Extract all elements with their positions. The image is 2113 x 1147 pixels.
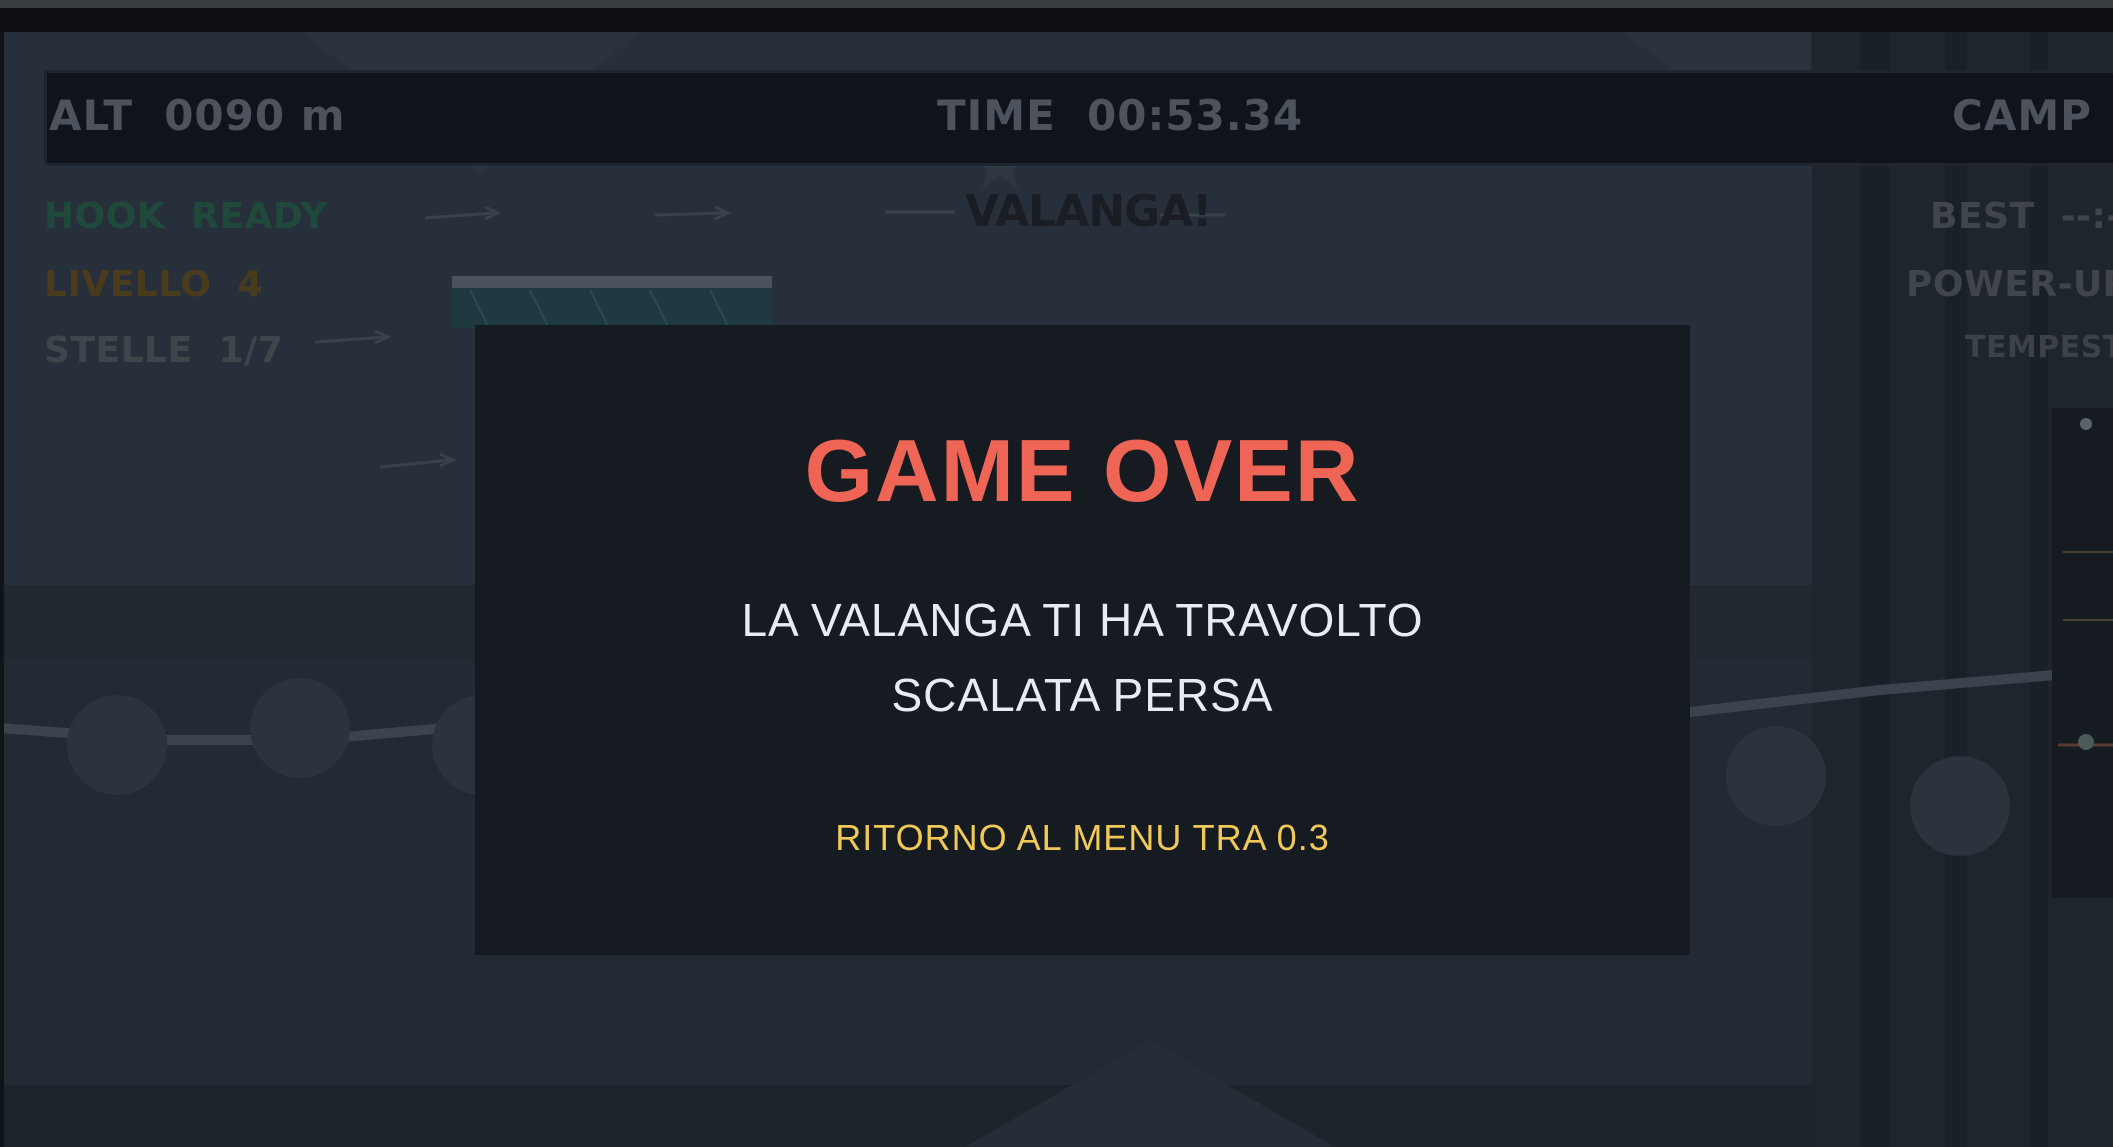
- time-readout: TIME 00:53.34: [937, 91, 1304, 140]
- ice-platform-body: [452, 288, 772, 328]
- window-left-edge: [0, 32, 4, 1147]
- powerup-indicator: POWER-UP -: [1906, 264, 2113, 305]
- altitude-gauge: [2052, 408, 2113, 898]
- hud-bar: ALT 0090 m TIME 00:53.34 CAMP 0: [44, 70, 2113, 166]
- game-stage: ALT 0090 m TIME 00:53.34 CAMP 0 HOOK REA…: [0, 0, 2113, 1147]
- gauge-player-marker: [2078, 734, 2094, 750]
- ice-platform: [452, 276, 772, 288]
- stars-counter: STELLE 1/7: [44, 330, 284, 371]
- hook-status: HOOK READY: [44, 196, 328, 237]
- game-over-reason: LA VALANGA TI HA TRAVOLTO: [741, 594, 1424, 646]
- window-title-bar: [0, 8, 2113, 32]
- window-top-strip: [0, 0, 2113, 8]
- camp-readout: CAMP 0: [1952, 91, 2092, 140]
- storm-indicator: TEMPESTA: [1965, 330, 2113, 365]
- game-over-subtitle: SCALATA PERSA: [891, 669, 1274, 721]
- avalanche-warning: VALANGA!: [965, 186, 1212, 237]
- game-over-dialog: GAME OVER LA VALANGA TI HA TRAVOLTO SCAL…: [475, 325, 1690, 955]
- tower-column: [1860, 30, 1890, 1147]
- best-time: BEST --:--.--: [1930, 196, 2113, 237]
- level-indicator: LIVELLO 4: [44, 264, 264, 305]
- game-over-title: GAME OVER: [804, 421, 1361, 520]
- altitude-readout: ALT 0090 m: [49, 91, 346, 140]
- return-countdown: RITORNO AL MENU TRA 0.3: [835, 817, 1330, 858]
- gauge-marker: [2080, 418, 2092, 430]
